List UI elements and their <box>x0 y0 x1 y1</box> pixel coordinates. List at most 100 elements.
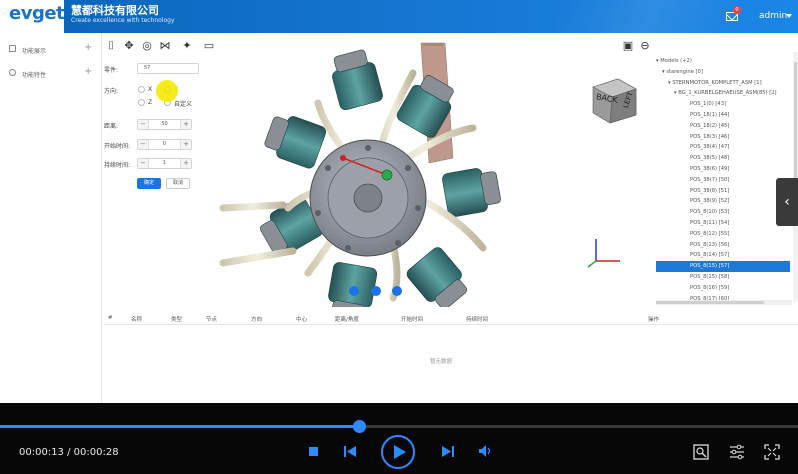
3d-viewer[interactable]: BACK LEFT ⌷ ✥ ◎ ⋈ ✦ ▭ ▣ ⊖ <box>103 33 653 321</box>
distance-label: 距离: <box>104 123 119 130</box>
tree-vertical-scrollbar[interactable] <box>793 52 798 302</box>
col-direction: 方向 <box>251 317 263 323</box>
user-menu[interactable]: admin <box>759 11 787 21</box>
sparkle-icon[interactable]: ✦ <box>181 40 193 52</box>
time-display: 00:00:13 / 00:00:28 <box>19 447 119 458</box>
sidebar: 功能展示 + 功能特性 + <box>0 33 102 403</box>
previous-icon[interactable] <box>343 445 357 458</box>
increment-button[interactable]: + <box>180 159 191 168</box>
cancel-button[interactable]: 取消 <box>166 178 190 189</box>
col-duration: 持续时间 <box>466 317 489 323</box>
tree-node[interactable]: POS_8(14) [57] <box>656 250 790 261</box>
radio-x-label: X <box>148 86 153 93</box>
time-separator: / <box>63 447 74 458</box>
tree-node[interactable]: POS_8(15) [58] <box>656 272 790 283</box>
chevron-down-icon[interactable] <box>786 14 792 18</box>
screenshot-icon[interactable] <box>693 444 709 460</box>
part-input[interactable]: 57 <box>137 63 199 74</box>
sidebar-item-showcase[interactable]: 功能展示 + <box>0 37 101 61</box>
tree-node[interactable]: POS_38(9) [52] <box>656 196 790 207</box>
tree-node[interactable]: POS_8(10) [53] <box>656 207 790 218</box>
sidebar-item-label: 功能特性 <box>22 72 47 79</box>
tree-node[interactable]: POS_38(4) [47] <box>656 142 790 153</box>
tree-node[interactable]: POS_8(16) [59] <box>656 283 790 294</box>
save-icon[interactable]: ▣ <box>622 40 634 52</box>
tree-node[interactable]: POS_38(7) [50] <box>656 175 790 186</box>
camera-icon[interactable]: ⌷ <box>105 40 117 52</box>
col-center: 中心 <box>296 317 308 323</box>
sidebar-item-label: 功能展示 <box>22 48 47 55</box>
increment-button[interactable]: + <box>180 140 191 149</box>
confirm-button[interactable]: 确定 <box>137 178 161 189</box>
top-header: evget 慧都科技有限公司 Create excellence with te… <box>0 0 798 33</box>
duration-value[interactable]: 1 <box>149 159 180 168</box>
tree-node-selected[interactable]: POS_8(15) [57] <box>656 261 790 273</box>
tree-node[interactable]: ▾ STERNMOTOR_KOMPLETT_ASM [1] <box>656 78 790 89</box>
target-icon[interactable]: ◎ <box>141 40 153 52</box>
decrement-button[interactable]: − <box>138 120 149 129</box>
tree-node[interactable]: POS_18(1) [44] <box>656 110 790 121</box>
sidebar-item-features[interactable]: 功能特性 + <box>0 61 101 85</box>
col-start: 开始时间 <box>401 317 424 323</box>
comment-icon[interactable]: ▭ <box>203 40 215 52</box>
progress-bar[interactable] <box>0 420 798 433</box>
tree-node[interactable]: POS_38(6) [49] <box>656 164 790 175</box>
tree-node[interactable]: POS_8(11) [54] <box>656 218 790 229</box>
tree-horizontal-scrollbar[interactable] <box>656 300 792 305</box>
radio-z[interactable] <box>138 99 145 106</box>
model-tree[interactable]: ▾ Models (+2) ▾ starengine [0] ▾ STERNMOTO… <box>656 52 792 304</box>
engine-model[interactable] <box>103 33 653 321</box>
tree-node[interactable]: POS_8(13) [56] <box>656 240 790 251</box>
col-name: 名称 <box>131 317 143 323</box>
back-icon[interactable]: ⊖ <box>639 40 651 52</box>
tree-node[interactable]: ▾ BG_1_KURBELGEHAEUSE_ASM(85) [2] <box>656 88 790 99</box>
company-name: 慧都科技有限公司 <box>71 4 159 17</box>
decrement-button[interactable]: − <box>138 159 149 168</box>
collapse-panel-button[interactable]: ‹ <box>776 178 798 226</box>
progress-handle[interactable] <box>353 420 367 433</box>
fullscreen-icon[interactable] <box>764 444 780 460</box>
distance-value[interactable]: 50 <box>149 120 180 129</box>
plus-icon[interactable]: + <box>84 42 92 53</box>
duration-stepper[interactable]: − 1 + <box>137 158 192 169</box>
tree-node[interactable]: ▾ Models (+2) <box>656 56 790 67</box>
direction-label: 方向: <box>104 88 119 95</box>
start-time-label: 开始时间: <box>104 143 131 150</box>
explode-icon[interactable]: ⋈ <box>159 40 171 52</box>
start-time-stepper[interactable]: − 0 + <box>137 139 192 150</box>
part-label: 零件: <box>104 67 119 74</box>
table-empty-text: 暂无数据 <box>430 359 453 365</box>
settings-sliders-icon[interactable] <box>729 444 745 460</box>
plus-icon[interactable]: + <box>84 66 92 77</box>
move-icon[interactable]: ✥ <box>123 40 135 52</box>
increment-button[interactable]: + <box>180 120 191 129</box>
app-root: evget 慧都科技有限公司 Create excellence with te… <box>0 0 798 474</box>
col-node: 节点 <box>206 317 218 323</box>
table-header: # 名称 类型 节点 方向 中心 距离/角度 开始时间 持续时间 操作 <box>103 311 798 325</box>
tree-node[interactable]: POS_1(0) [43] <box>656 99 790 110</box>
col-index: # <box>108 315 113 321</box>
tree-node[interactable]: POS_8(12) [55] <box>656 229 790 240</box>
stop-icon[interactable] <box>309 447 318 456</box>
tree-node[interactable]: POS_18(3) [46] <box>656 132 790 143</box>
col-distance: 距离/角度 <box>335 317 359 323</box>
volume-icon[interactable] <box>478 444 494 458</box>
distance-stepper[interactable]: − 50 + <box>137 119 192 130</box>
start-time-value[interactable]: 0 <box>149 140 180 149</box>
decrement-button[interactable]: − <box>138 140 149 149</box>
mail-badge: 0 <box>733 6 741 14</box>
header-decoration <box>558 0 738 33</box>
next-icon[interactable] <box>441 445 455 458</box>
radio-custom-label: 自定义 <box>174 101 193 108</box>
grid-icon <box>9 45 16 52</box>
scroll-thumb[interactable] <box>656 301 764 304</box>
tree-node[interactable]: POS_38(5) [48] <box>656 153 790 164</box>
tree-node[interactable]: POS_38(8) [51] <box>656 186 790 197</box>
radio-x[interactable] <box>138 86 145 93</box>
tree-node[interactable]: ▾ starengine [0] <box>656 67 790 78</box>
current-time: 00:00:13 <box>19 447 64 458</box>
tree-node[interactable]: POS_18(2) [45] <box>656 121 790 132</box>
play-button[interactable] <box>380 434 416 470</box>
video-player: 00:00:13 / 00:00:28 <box>0 403 798 474</box>
cursor-highlight <box>156 80 178 102</box>
